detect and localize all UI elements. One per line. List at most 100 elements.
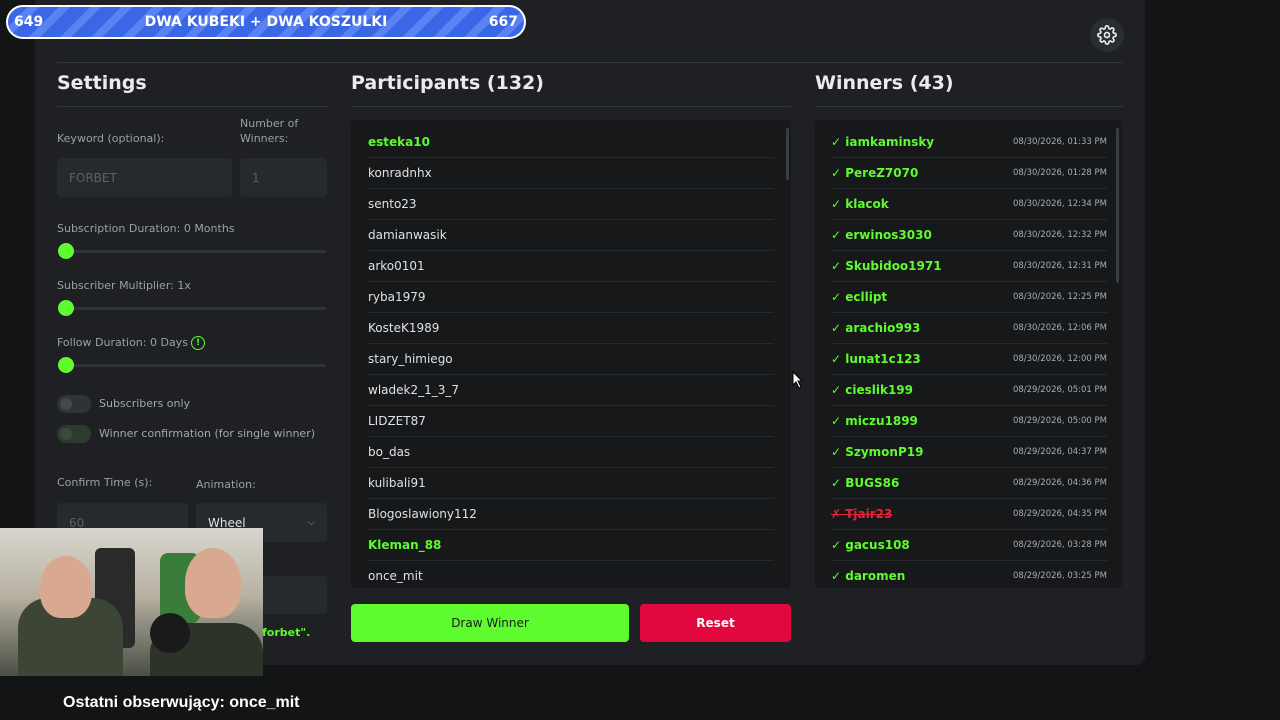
subscription-duration-handle[interactable] bbox=[58, 243, 74, 259]
participant-row[interactable]: bo_das bbox=[368, 437, 774, 468]
gear-icon bbox=[1097, 25, 1117, 45]
winner-name: ✓ iamkaminsky bbox=[831, 135, 935, 149]
participant-row[interactable]: Kleman_88 bbox=[368, 530, 774, 561]
winner-timestamp: 08/29/2026, 05:00 PM bbox=[1012, 416, 1107, 426]
subscriber-multiplier-label: Subscriber Multiplier: 1x bbox=[57, 279, 191, 292]
webcam-overlay bbox=[0, 528, 263, 676]
participant-row[interactable]: damianwasik bbox=[368, 220, 774, 251]
banner-title: DWA KUBEKI + DWA KOSZULKI bbox=[144, 14, 388, 30]
person-right-head bbox=[185, 548, 241, 618]
winner-timestamp: 08/29/2026, 04:37 PM bbox=[1012, 447, 1107, 457]
winner-row[interactable]: ✓ PereZ7070 08/30/2026, 01:28 PM bbox=[831, 158, 1107, 189]
winner-name: ✓ SzymonP19 bbox=[831, 445, 924, 459]
winner-timestamp: 08/29/2026, 04:35 PM bbox=[1012, 509, 1107, 519]
goal-banner: 649 DWA KUBEKI + DWA KOSZULKI 667 bbox=[6, 5, 526, 39]
participant-row[interactable]: sento23 bbox=[368, 189, 774, 220]
info-icon[interactable]: ! bbox=[191, 336, 205, 350]
keyword-label: Keyword (optional): bbox=[57, 132, 165, 145]
subscriber-multiplier-slider[interactable] bbox=[66, 307, 326, 310]
winner-row[interactable]: ✓ SzymonP19 08/29/2026, 04:37 PM bbox=[831, 437, 1107, 468]
winners-title: Winners (43) bbox=[815, 72, 954, 94]
subscription-duration-slider[interactable] bbox=[66, 250, 326, 253]
winner-row[interactable]: ✓ klacok 08/30/2026, 12:34 PM bbox=[831, 189, 1107, 220]
draw-winner-button[interactable]: Draw Winner bbox=[351, 604, 629, 642]
winner-name: ✓ gacus108 bbox=[831, 538, 910, 552]
winner-row[interactable]: ✓ Skubidoo1971 08/30/2026, 12:31 PM bbox=[831, 251, 1107, 282]
winner-row[interactable]: ✓ iamkaminsky 08/30/2026, 01:33 PM bbox=[831, 127, 1107, 158]
winner-row[interactable]: ✓ erwinos3030 08/30/2026, 12:32 PM bbox=[831, 220, 1107, 251]
winner-confirmation-label: Winner confirmation (for single winner) bbox=[99, 427, 316, 440]
winner-name: ✓ lunat1c123 bbox=[831, 352, 921, 366]
winner-timestamp: 08/30/2026, 12:34 PM bbox=[1012, 199, 1107, 209]
participant-row[interactable]: ryba1979 bbox=[368, 282, 774, 313]
subscribers-only-label: Subscribers only bbox=[99, 397, 191, 410]
participant-row[interactable]: stary_himiego bbox=[368, 344, 774, 375]
winner-confirmation-toggle[interactable] bbox=[57, 425, 91, 443]
header-divider bbox=[57, 62, 1123, 63]
participant-row[interactable]: kulibali91 bbox=[368, 468, 774, 499]
winner-row[interactable]: ✗ Tjair23 08/29/2026, 04:35 PM bbox=[831, 499, 1107, 530]
winners-scrollbar[interactable] bbox=[1116, 128, 1119, 283]
winner-timestamp: 08/30/2026, 01:28 PM bbox=[1012, 168, 1107, 178]
participants-divider bbox=[351, 106, 791, 107]
winner-name: ✓ Skubidoo1971 bbox=[831, 259, 942, 273]
winner-row[interactable]: ✓ miczu1899 08/29/2026, 05:00 PM bbox=[831, 406, 1107, 437]
follow-duration-handle[interactable] bbox=[58, 357, 74, 373]
winners-count-input[interactable]: 1 bbox=[240, 158, 327, 197]
participant-row[interactable]: Blogoslawiony112 bbox=[368, 499, 774, 530]
confirm-time-label: Confirm Time (s): bbox=[57, 476, 153, 489]
winner-row[interactable]: ✓ BUGS86 08/29/2026, 04:36 PM bbox=[831, 468, 1107, 499]
winner-name: ✗ Tjair23 bbox=[831, 507, 893, 521]
subscribers-only-toggle[interactable] bbox=[57, 395, 91, 413]
winners-count-label: Number of Winners: bbox=[240, 117, 299, 145]
winner-timestamp: 08/29/2026, 03:28 PM bbox=[1012, 540, 1107, 550]
participant-row[interactable]: LIDZET87 bbox=[368, 406, 774, 437]
winner-row[interactable]: ✓ cieslik199 08/29/2026, 05:01 PM bbox=[831, 375, 1107, 406]
banner-goal-count: 667 bbox=[488, 14, 518, 30]
winners-divider bbox=[815, 106, 1123, 107]
stream-canvas: Settings Keyword (optional): Number of W… bbox=[0, 0, 1280, 720]
winner-name: ✓ arachio993 bbox=[831, 321, 921, 335]
last-follower-text: Ostatni obserwujący: once_mit bbox=[63, 694, 300, 711]
participants-list[interactable]: esteka10 konradnhx sento23 damianwasik arko0… bbox=[351, 120, 791, 588]
winner-row[interactable]: ✓ gacus108 08/29/2026, 03:28 PM bbox=[831, 530, 1107, 561]
winner-row[interactable]: ✓ lunat1c123 08/30/2026, 12:00 PM bbox=[831, 344, 1107, 375]
follow-duration-slider[interactable] bbox=[66, 364, 326, 367]
winner-name: ✓ cieslik199 bbox=[831, 383, 913, 397]
winner-timestamp: 08/30/2026, 12:31 PM bbox=[1012, 261, 1107, 271]
winner-name: ✓ miczu1899 bbox=[831, 414, 918, 428]
subscriber-multiplier-handle[interactable] bbox=[58, 300, 74, 316]
winner-timestamp: 08/29/2026, 04:36 PM bbox=[1012, 478, 1107, 488]
participant-row[interactable]: KosteK1989 bbox=[368, 313, 774, 344]
winner-timestamp: 08/29/2026, 03:25 PM bbox=[1012, 571, 1107, 581]
winners-list[interactable]: ✓ iamkaminsky 08/30/2026, 01:33 PM ✓ PereZ… bbox=[815, 120, 1122, 588]
reset-button[interactable]: Reset bbox=[640, 604, 791, 642]
winner-row[interactable]: ✓ ecllipt 08/30/2026, 12:25 PM bbox=[831, 282, 1107, 313]
winner-name: ✓ PereZ7070 bbox=[831, 166, 919, 180]
winner-timestamp: 08/30/2026, 01:33 PM bbox=[1012, 137, 1107, 147]
keyword-input[interactable]: FORBET bbox=[57, 158, 232, 197]
winner-name: ✓ daromen bbox=[831, 569, 906, 583]
person-left-head bbox=[40, 556, 92, 618]
participant-row[interactable]: esteka10 bbox=[368, 127, 774, 158]
participants-scrollbar[interactable] bbox=[786, 128, 789, 180]
participant-row[interactable]: wladek2_1_3_7 bbox=[368, 375, 774, 406]
winner-timestamp: 08/29/2026, 05:01 PM bbox=[1012, 385, 1107, 395]
participant-row[interactable]: konradnhx bbox=[368, 158, 774, 189]
mouse-cursor-icon bbox=[792, 371, 804, 389]
winner-timestamp: 08/30/2026, 12:06 PM bbox=[1012, 323, 1107, 333]
keyword-hint-text: forbet". bbox=[262, 626, 311, 639]
chevron-down-icon: ⌵ bbox=[308, 517, 315, 528]
winner-name: ✓ erwinos3030 bbox=[831, 228, 932, 242]
participant-row[interactable]: arko0101 bbox=[368, 251, 774, 282]
settings-gear-button[interactable] bbox=[1090, 18, 1124, 52]
subscription-duration-label: Subscription Duration: 0 Months bbox=[57, 222, 235, 235]
follow-duration-label: Follow Duration: 0 Days bbox=[57, 336, 188, 349]
toggle-knob bbox=[60, 398, 72, 410]
participants-title: Participants (132) bbox=[351, 72, 544, 94]
participant-row[interactable]: once_mit bbox=[368, 561, 774, 588]
winner-name: ✓ ecllipt bbox=[831, 290, 888, 304]
winner-row[interactable]: ✓ daromen 08/29/2026, 03:25 PM bbox=[831, 561, 1107, 588]
winner-row[interactable]: ✓ arachio993 08/30/2026, 12:06 PM bbox=[831, 313, 1107, 344]
winner-name: ✓ klacok bbox=[831, 197, 889, 211]
